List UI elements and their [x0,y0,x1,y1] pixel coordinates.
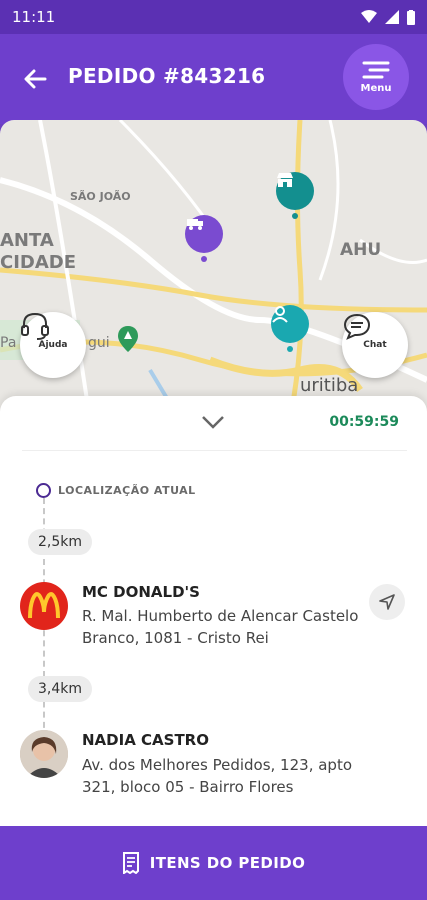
chat-button[interactable]: Chat [342,312,408,378]
help-label: Ajuda [38,340,68,350]
map-label: uritiba [300,375,359,396]
help-button[interactable]: Ajuda [20,312,86,378]
park-pin-icon [118,326,138,352]
map-label: Pa [0,335,17,351]
store-name: MC DONALD'S [82,583,200,601]
navigate-button[interactable] [369,584,405,620]
navigation-arrow-icon [379,594,395,610]
battery-icon [407,9,415,25]
mcdonalds-logo-icon [28,591,60,619]
map[interactable]: SÃO JOÃO ANTA CIDADE AHU Pa gui uritiba … [0,120,427,420]
header: PEDIDO #843216 Menu [0,34,427,124]
store-address: R. Mal. Humberto de Alencar Castelo Bran… [82,607,359,647]
page-title: PEDIDO #843216 [68,64,266,88]
customer-address: Av. dos Melhores Pedidos, 123, apto 321,… [82,756,352,796]
map-label: ANTA [0,230,54,251]
menu-label: Menu [360,83,392,94]
customer-avatar-icon [20,730,68,778]
status-time: 11:11 [12,8,56,26]
store-logo [20,582,68,630]
receipt-icon [122,852,139,874]
avatar [20,730,68,778]
collapse-button[interactable] [200,414,226,434]
order-sheet: 00:59:59 LOCALIZAÇÃO ATUAL 2,5km MC DONA… [0,396,427,826]
divider [22,450,407,451]
customer-name: NADIA CASTRO [82,731,209,749]
chevron-down-icon [202,416,224,429]
timer: 00:59:59 [329,414,399,430]
menu-icon [362,61,390,79]
current-location-label: LOCALIZAÇÃO ATUAL [58,484,196,497]
chat-label: Chat [363,340,387,350]
distance-badge: 2,5km [28,529,93,555]
wifi-icon [361,10,377,23]
courier-pin[interactable] [185,215,223,262]
signal-icon [385,10,399,24]
user-icon [272,306,288,323]
store-pin[interactable] [276,172,314,219]
map-label: gui [88,335,110,351]
arrow-left-icon [24,69,47,89]
back-button[interactable] [20,64,50,94]
current-location-dot [36,483,51,498]
headset-icon [21,312,49,340]
order-items-label: ITENS DO PEDIDO [149,854,306,872]
delivery-icon [187,219,203,230]
menu-button[interactable]: Menu [343,44,409,110]
map-label: AHU [340,240,382,260]
customer-pin[interactable] [271,305,309,352]
map-label: CIDADE [0,252,77,273]
store-icon [277,173,293,187]
status-icons [361,9,415,25]
order-items-button[interactable]: ITENS DO PEDIDO [0,826,427,900]
distance-badge: 3,4km [28,676,93,702]
chat-icon [343,313,371,340]
status-bar: 11:11 [0,0,427,34]
map-label: SÃO JOÃO [70,190,131,203]
